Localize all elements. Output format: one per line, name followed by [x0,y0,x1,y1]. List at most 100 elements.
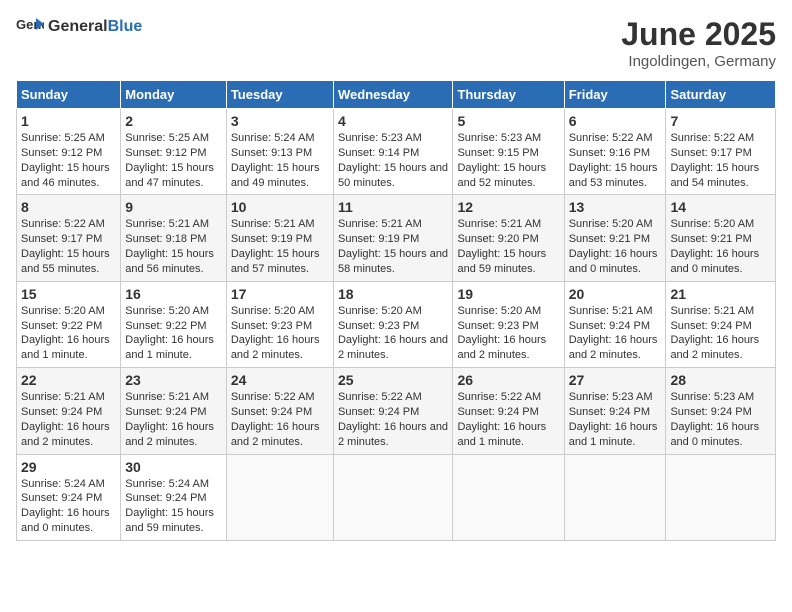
calendar-cell: 3 Sunrise: 5:24 AMSunset: 9:13 PMDaylight… [226,109,333,195]
calendar-cell: 22 Sunrise: 5:21 AMSunset: 9:24 PMDayligh… [17,368,121,454]
calendar-cell: 17 Sunrise: 5:20 AMSunset: 9:23 PMDayligh… [226,281,333,367]
day-number: 24 [231,372,329,388]
calendar-cell: 21 Sunrise: 5:21 AMSunset: 9:24 PMDayligh… [666,281,776,367]
day-info: Sunrise: 5:20 AMSunset: 9:23 PMDaylight:… [457,304,559,363]
day-info: Sunrise: 5:21 AMSunset: 9:19 PMDaylight:… [338,217,448,276]
day-number: 17 [231,286,329,302]
calendar-cell: 26 Sunrise: 5:22 AMSunset: 9:24 PMDayligh… [453,368,564,454]
calendar-cell: 20 Sunrise: 5:21 AMSunset: 9:24 PMDayligh… [564,281,666,367]
day-info: Sunrise: 5:22 AMSunset: 9:24 PMDaylight:… [231,390,329,449]
day-number: 8 [21,199,116,215]
day-info: Sunrise: 5:22 AMSunset: 9:24 PMDaylight:… [338,390,448,449]
day-number: 21 [670,286,771,302]
day-info: Sunrise: 5:24 AMSunset: 9:24 PMDaylight:… [125,477,222,536]
day-info: Sunrise: 5:23 AMSunset: 9:15 PMDaylight:… [457,131,559,190]
logo-blue: Blue [108,18,143,35]
day-number: 20 [569,286,662,302]
calendar-cell: 27 Sunrise: 5:23 AMSunset: 9:24 PMDayligh… [564,368,666,454]
day-number: 29 [21,459,116,475]
calendar-cell: 19 Sunrise: 5:20 AMSunset: 9:23 PMDayligh… [453,281,564,367]
day-number: 23 [125,372,222,388]
calendar-week-row: 8Sunrise: 5:22 AMSunset: 9:17 PMDaylight… [17,195,776,281]
col-friday: Friday [564,81,666,109]
day-info: Sunrise: 5:24 AMSunset: 9:13 PMDaylight:… [231,131,329,190]
day-number: 19 [457,286,559,302]
calendar-cell: 10 Sunrise: 5:21 AMSunset: 9:19 PMDayligh… [226,195,333,281]
calendar-cell: 8Sunrise: 5:22 AMSunset: 9:17 PMDaylight… [17,195,121,281]
calendar-cell: 15Sunrise: 5:20 AMSunset: 9:22 PMDayligh… [17,281,121,367]
day-info: Sunrise: 5:22 AMSunset: 9:24 PMDaylight:… [457,390,559,449]
day-number: 13 [569,199,662,215]
col-sunday: Sunday [17,81,121,109]
calendar-cell: 6Sunrise: 5:22 AMSunset: 9:16 PMDaylight… [564,109,666,195]
day-info: Sunrise: 5:21 AMSunset: 9:20 PMDaylight:… [457,217,559,276]
calendar-cell: 2 Sunrise: 5:25 AMSunset: 9:12 PMDaylight… [121,109,227,195]
page-header: General GeneralBlue June 2025 Ingoldinge… [16,16,776,70]
header-row: Sunday Monday Tuesday Wednesday Thursday… [17,81,776,109]
calendar-cell: 13 Sunrise: 5:20 AMSunset: 9:21 PMDayligh… [564,195,666,281]
day-info: Sunrise: 5:21 AMSunset: 9:24 PMDaylight:… [21,390,116,449]
calendar-cell: 1 Sunrise: 5:25 AMSunset: 9:12 PMDaylight… [17,109,121,195]
calendar-week-row: 22 Sunrise: 5:21 AMSunset: 9:24 PMDayligh… [17,368,776,454]
title-area: June 2025 Ingoldingen, Germany [621,16,776,70]
day-info: Sunrise: 5:20 AMSunset: 9:22 PMDaylight:… [21,304,116,363]
calendar-week-row: 1 Sunrise: 5:25 AMSunset: 9:12 PMDaylight… [17,109,776,195]
day-info: Sunrise: 5:20 AMSunset: 9:22 PMDaylight:… [125,304,222,363]
day-number: 22 [21,372,116,388]
day-number: 30 [125,459,222,475]
col-wednesday: Wednesday [333,81,452,109]
main-title: June 2025 [621,16,776,53]
day-info: Sunrise: 5:23 AMSunset: 9:24 PMDaylight:… [670,390,771,449]
calendar-cell: 25 Sunrise: 5:22 AMSunset: 9:24 PMDayligh… [333,368,452,454]
day-info: Sunrise: 5:21 AMSunset: 9:18 PMDaylight:… [125,217,222,276]
calendar-cell: 29 Sunrise: 5:24 AMSunset: 9:24 PMDayligh… [17,454,121,540]
day-number: 16 [125,286,222,302]
day-info: Sunrise: 5:25 AMSunset: 9:12 PMDaylight:… [21,131,116,190]
calendar-week-row: 29 Sunrise: 5:24 AMSunset: 9:24 PMDayligh… [17,454,776,540]
day-info: Sunrise: 5:23 AMSunset: 9:24 PMDaylight:… [569,390,662,449]
day-number: 26 [457,372,559,388]
calendar-cell: 12Sunrise: 5:21 AMSunset: 9:20 PMDayligh… [453,195,564,281]
day-number: 6 [569,113,662,129]
day-info: Sunrise: 5:20 AMSunset: 9:21 PMDaylight:… [569,217,662,276]
day-number: 14 [670,199,771,215]
day-info: Sunrise: 5:20 AMSunset: 9:21 PMDaylight:… [670,217,771,276]
col-monday: Monday [121,81,227,109]
calendar-cell: 23 Sunrise: 5:21 AMSunset: 9:24 PMDayligh… [121,368,227,454]
day-number: 28 [670,372,771,388]
day-info: Sunrise: 5:20 AMSunset: 9:23 PMDaylight:… [231,304,329,363]
calendar-cell: 9 Sunrise: 5:21 AMSunset: 9:18 PMDaylight… [121,195,227,281]
calendar-cell: 11 Sunrise: 5:21 AMSunset: 9:19 PMDayligh… [333,195,452,281]
day-info: Sunrise: 5:20 AMSunset: 9:23 PMDaylight:… [338,304,448,363]
col-saturday: Saturday [666,81,776,109]
calendar-cell: 18 Sunrise: 5:20 AMSunset: 9:23 PMDayligh… [333,281,452,367]
day-info: Sunrise: 5:21 AMSunset: 9:19 PMDaylight:… [231,217,329,276]
day-info: Sunrise: 5:24 AMSunset: 9:24 PMDaylight:… [21,477,116,536]
calendar-cell: 5Sunrise: 5:23 AMSunset: 9:15 PMDaylight… [453,109,564,195]
day-number: 7 [670,113,771,129]
calendar-table: Sunday Monday Tuesday Wednesday Thursday… [16,80,776,541]
day-info: Sunrise: 5:21 AMSunset: 9:24 PMDaylight:… [670,304,771,363]
day-number: 4 [338,113,448,129]
calendar-cell [453,454,564,540]
calendar-cell: 7Sunrise: 5:22 AMSunset: 9:17 PMDaylight… [666,109,776,195]
day-number: 18 [338,286,448,302]
day-number: 1 [21,113,116,129]
subtitle: Ingoldingen, Germany [621,53,776,70]
day-number: 3 [231,113,329,129]
day-number: 9 [125,199,222,215]
logo: General GeneralBlue [16,16,142,38]
day-number: 2 [125,113,222,129]
day-number: 27 [569,372,662,388]
day-number: 25 [338,372,448,388]
day-number: 11 [338,199,448,215]
calendar-cell: 24 Sunrise: 5:22 AMSunset: 9:24 PMDayligh… [226,368,333,454]
day-number: 10 [231,199,329,215]
calendar-cell: 30 Sunrise: 5:24 AMSunset: 9:24 PMDayligh… [121,454,227,540]
day-info: Sunrise: 5:21 AMSunset: 9:24 PMDaylight:… [569,304,662,363]
calendar-cell [564,454,666,540]
day-info: Sunrise: 5:21 AMSunset: 9:24 PMDaylight:… [125,390,222,449]
calendar-week-row: 15Sunrise: 5:20 AMSunset: 9:22 PMDayligh… [17,281,776,367]
col-tuesday: Tuesday [226,81,333,109]
day-info: Sunrise: 5:25 AMSunset: 9:12 PMDaylight:… [125,131,222,190]
